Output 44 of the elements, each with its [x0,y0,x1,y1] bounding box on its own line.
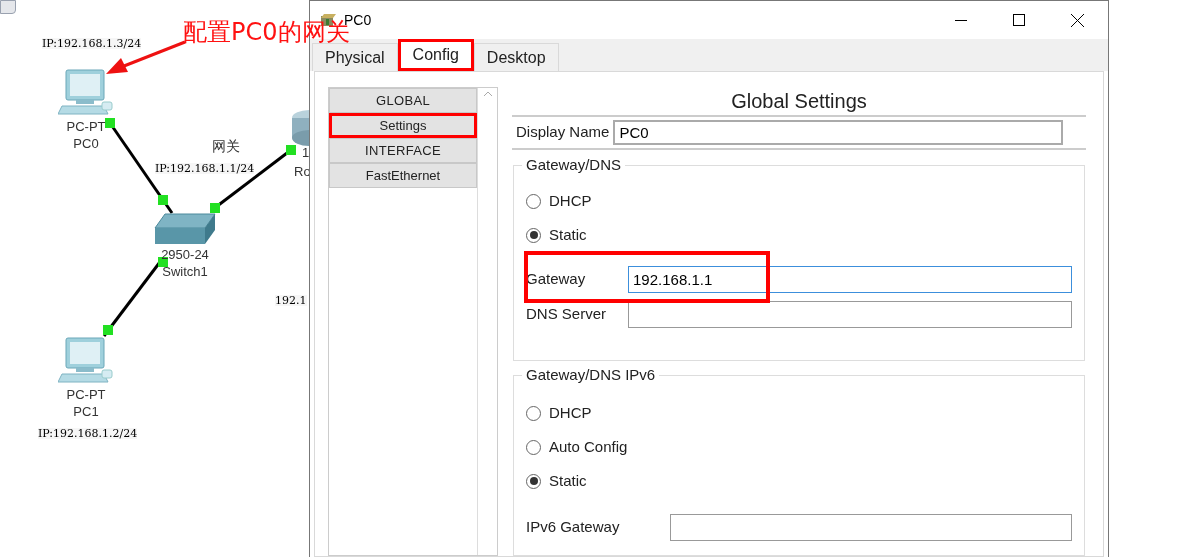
radio-button[interactable] [526,405,541,421]
device-model: PC-PT [66,386,106,403]
ip-label: 192.1 [275,295,307,306]
input-field[interactable] [670,514,1072,541]
ip-label: IP:192.168.1.2/24 [38,428,138,439]
field-label: DNS Server [526,304,608,325]
computer-icon[interactable] [58,336,114,386]
device-name: PC1 [73,403,99,420]
ip-label: IP:192.168.1.3/24 [42,38,142,49]
tab[interactable]: Physical [312,43,398,71]
input-field[interactable]: 192.168.1.1 [628,266,1072,293]
scroll-up-icon[interactable] [482,90,493,98]
tab[interactable]: Desktop [473,43,559,71]
field-label: Gateway [526,269,587,290]
sidebar-item[interactable]: FastEthernet [329,163,477,188]
field-label: Display Name [516,122,610,143]
device-name: PC0 [73,135,99,152]
radio-button[interactable] [526,439,541,455]
sidebar-item[interactable]: Settings [329,113,477,138]
sidebar-item[interactable]: GLOBAL [329,88,477,113]
radio-button[interactable] [526,193,541,209]
input-field[interactable] [628,301,1072,328]
gateway-label: 网关 [212,137,240,156]
radio-label: Auto Config [549,436,628,457]
radio-button[interactable] [526,227,541,243]
sidebar-item[interactable]: INTERFACE [329,138,477,163]
radio-label: DHCP [549,190,592,211]
switch-icon[interactable] [153,212,217,246]
section-heading: Global Settings [731,90,867,111]
radio-label: Static [549,224,587,245]
canvas-corner [0,0,16,14]
device-name: Switch1 [162,263,208,280]
tab[interactable]: Config [397,39,474,71]
device-model: 1 [302,146,309,159]
device-model: 2950-24 [161,246,209,263]
field-label: IPv6 Gateway [526,517,621,538]
device-model: PC-PT [66,118,106,135]
close-icon [1070,13,1084,27]
ip-label: IP:192.168.1.1/24 [155,163,255,174]
computer-icon[interactable] [58,68,114,118]
display-name-field[interactable]: PC0 [613,119,1064,145]
radio-label: DHCP [549,402,592,423]
radio-label: Static [549,470,587,491]
radio-button[interactable] [526,473,541,489]
